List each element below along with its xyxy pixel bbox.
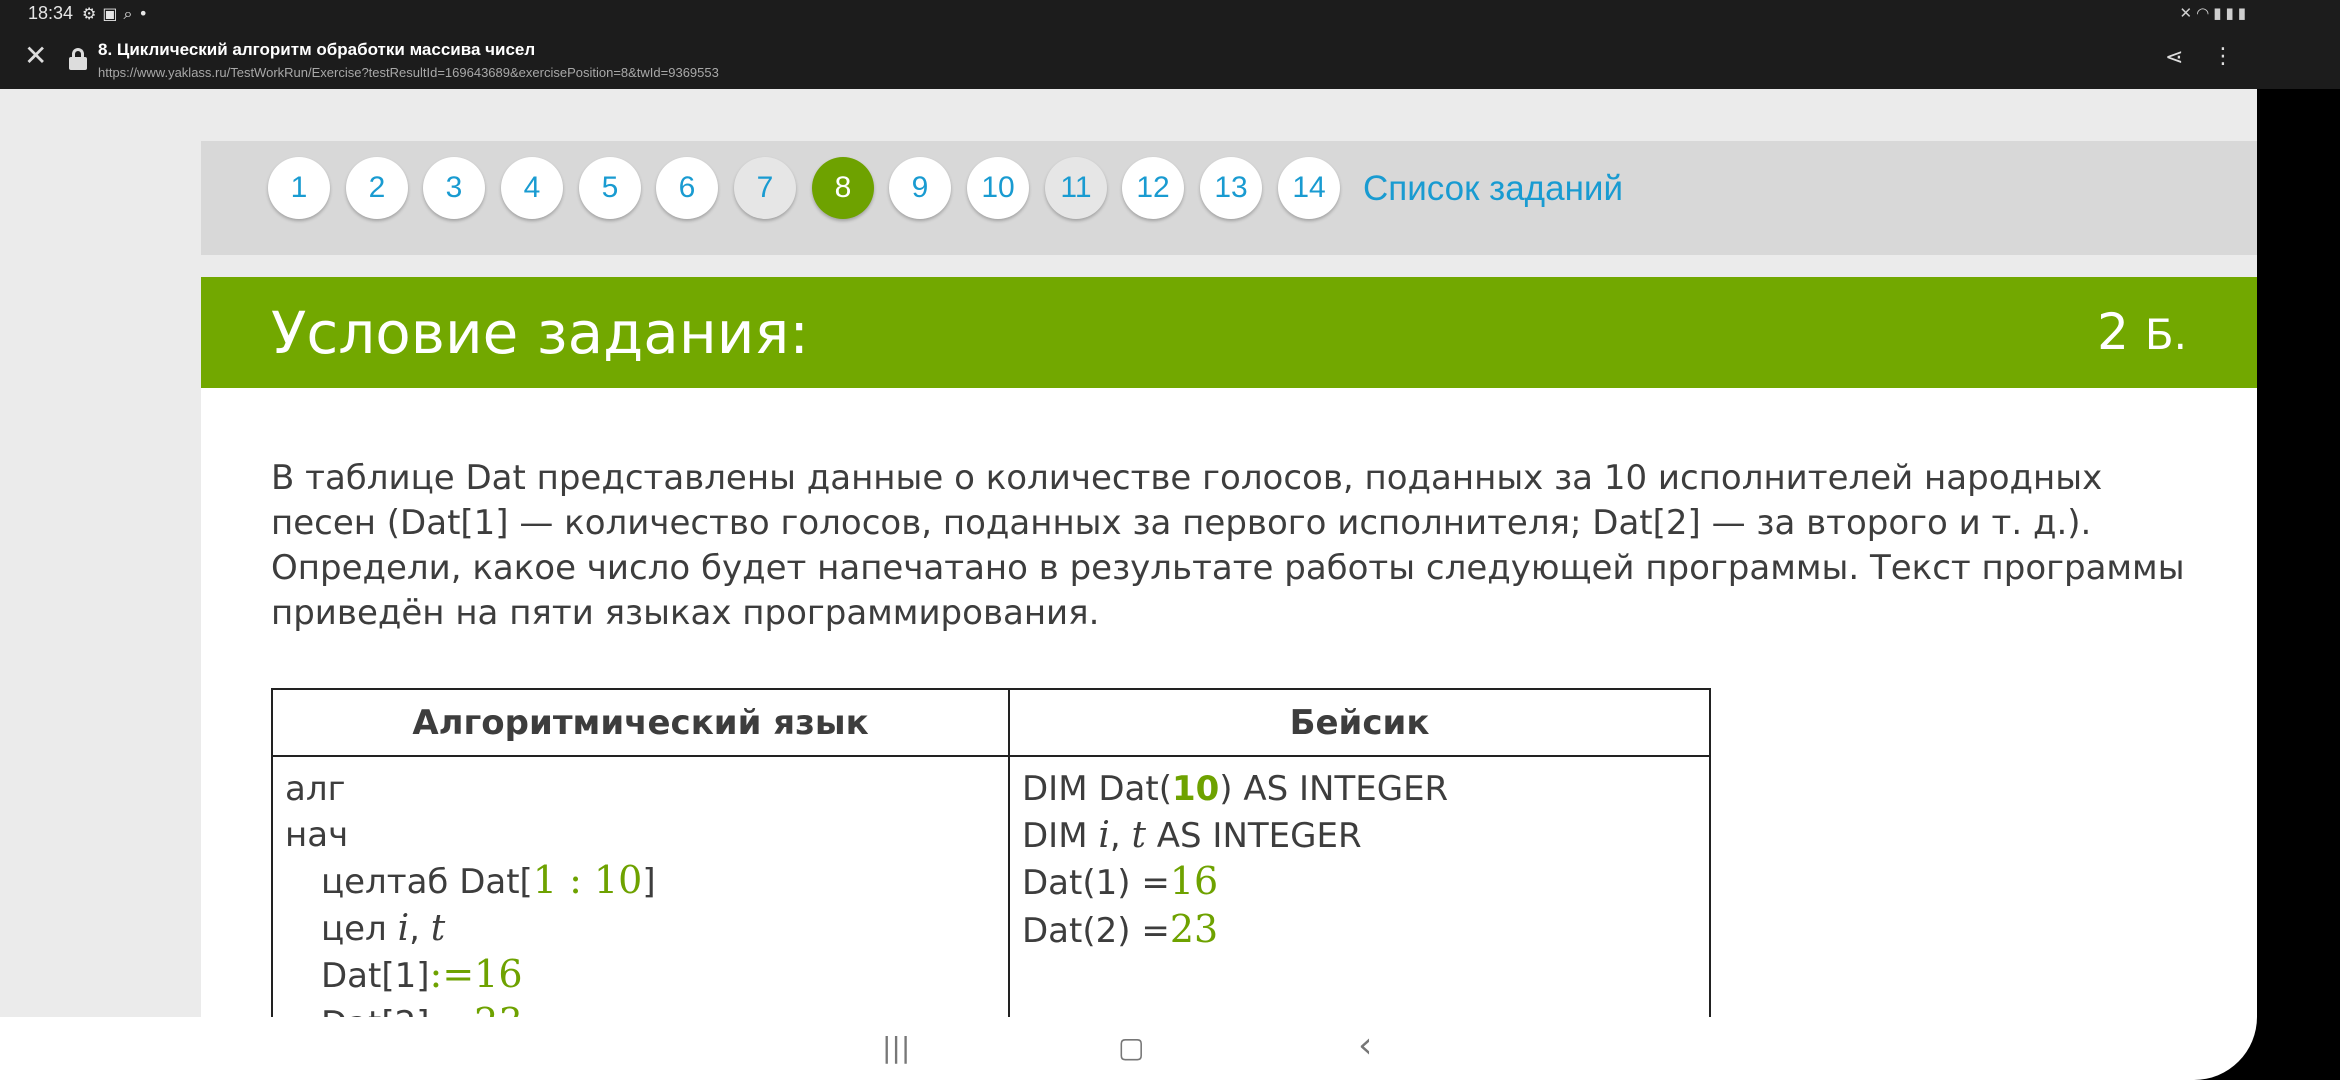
task-nav-8[interactable]: 8 xyxy=(812,157,874,219)
dot-icon: • xyxy=(138,4,154,23)
status-left-icons: ⚙▣⌕• xyxy=(82,4,154,24)
code-line: DIM Dat(10) AS INTEGER xyxy=(1022,769,1449,809)
task-nav-13[interactable]: 13 xyxy=(1200,157,1262,219)
task-list-link[interactable]: Список заданий xyxy=(1363,169,1623,209)
col-header-basic: Бейсик xyxy=(1008,688,1711,757)
col-header-algo: Алгоритмический язык xyxy=(271,688,1010,757)
image-icon: ▣ xyxy=(102,4,124,23)
wifi-icon: ◠ xyxy=(2196,4,2214,22)
task-card: Условие задания: 2 Б. В таблице Dat пред… xyxy=(201,277,2257,1017)
task-nav-10[interactable]: 10 xyxy=(967,157,1029,219)
page-url[interactable]: https://www.yaklass.ru/TestWorkRun/Exerc… xyxy=(98,65,719,80)
battery-icon: ▮ xyxy=(2237,4,2250,22)
task-nav-7[interactable]: 7 xyxy=(734,157,796,219)
page-content: 1 2 3 4 5 6 7 8 9 10 11 12 13 14 Список … xyxy=(0,89,2257,1017)
basic-code-cell: DIM Dat(10) AS INTEGER DIM i, t AS INTEG… xyxy=(1008,755,1711,1017)
signal-icon: ▮ xyxy=(2225,4,2238,22)
system-nav-bar: ||| ▢ ‹ xyxy=(0,1017,2257,1080)
screen-edge xyxy=(2257,89,2340,1080)
task-nav-9[interactable]: 9 xyxy=(889,157,951,219)
code-line: цел i, t xyxy=(321,907,446,949)
task-nav-14[interactable]: 14 xyxy=(1278,157,1340,219)
task-nav-6[interactable]: 6 xyxy=(656,157,718,219)
recents-icon[interactable]: ||| xyxy=(882,1031,910,1064)
close-icon[interactable]: ✕ xyxy=(24,42,52,70)
task-nav-1[interactable]: 1 xyxy=(268,157,330,219)
back-icon[interactable]: ‹ xyxy=(1358,1025,1372,1066)
home-icon[interactable]: ▢ xyxy=(1118,1031,1144,1064)
code-line: алг xyxy=(285,769,346,809)
settings-icon: ⚙ xyxy=(82,4,103,23)
task-text: В таблице Dat представлены данные о коли… xyxy=(271,458,2185,633)
signal-icon: ▮ xyxy=(2213,4,2226,22)
points-unit: Б. xyxy=(2144,310,2187,359)
algo-code: алг нач целтаб Dat[1 : 10] цел i, t Dat[… xyxy=(273,757,1008,1017)
browser-toolbar: ✕ 8. Циклический алгоритм обработки масс… xyxy=(0,30,2340,89)
code-line: DIM i, t AS INTEGER xyxy=(1022,814,1362,856)
code-line: Dat(1) =16 xyxy=(1022,859,1219,903)
mute-icon: ✕ xyxy=(2179,4,2197,22)
lock-icon[interactable] xyxy=(68,48,88,70)
task-nav-4[interactable]: 4 xyxy=(501,157,563,219)
task-nav-5[interactable]: 5 xyxy=(579,157,641,219)
share-icon[interactable]: ⋖ xyxy=(2165,45,2183,70)
task-condition-title: Условие задания: xyxy=(271,299,809,367)
task-nav-2[interactable]: 2 xyxy=(346,157,408,219)
points-value: 2 xyxy=(2097,303,2129,361)
code-table: Алгоритмический язык Бейсик алг нач целт… xyxy=(271,688,1711,1017)
task-nav-12[interactable]: 12 xyxy=(1122,157,1184,219)
task-nav-11[interactable]: 11 xyxy=(1045,157,1107,219)
status-time: 18:34 xyxy=(28,3,74,23)
page-title[interactable]: 8. Циклический алгоритм обработки массив… xyxy=(98,40,535,60)
task-points: 2 Б. xyxy=(2097,303,2187,361)
code-line: целтаб Dat[1 : 10] xyxy=(321,858,656,902)
search-icon: ⌕ xyxy=(123,4,139,23)
more-menu-icon[interactable]: ⋮ xyxy=(2212,44,2234,69)
status-bar: 18:34 ⚙▣⌕• ✕◠▮▮▮ xyxy=(0,0,2340,30)
code-line: Dat(2) =23 xyxy=(1022,906,1219,951)
code-line: нач xyxy=(285,814,349,855)
status-right-icons: ✕◠▮▮▮ xyxy=(2180,4,2250,22)
task-navigation: 1 2 3 4 5 6 7 8 9 10 11 12 13 14 Список … xyxy=(201,141,2257,255)
task-card-header: Условие задания: 2 Б. xyxy=(201,277,2257,388)
basic-code: DIM Dat(10) AS INTEGER DIM i, t AS INTEG… xyxy=(1010,757,1709,1017)
algo-code-cell: алг нач целтаб Dat[1 : 10] цел i, t Dat[… xyxy=(271,755,1010,1017)
task-nav-3[interactable]: 3 xyxy=(423,157,485,219)
code-line: Dat[2]:=23 xyxy=(285,1000,996,1018)
code-line: Dat[1]:=16 xyxy=(321,952,523,996)
